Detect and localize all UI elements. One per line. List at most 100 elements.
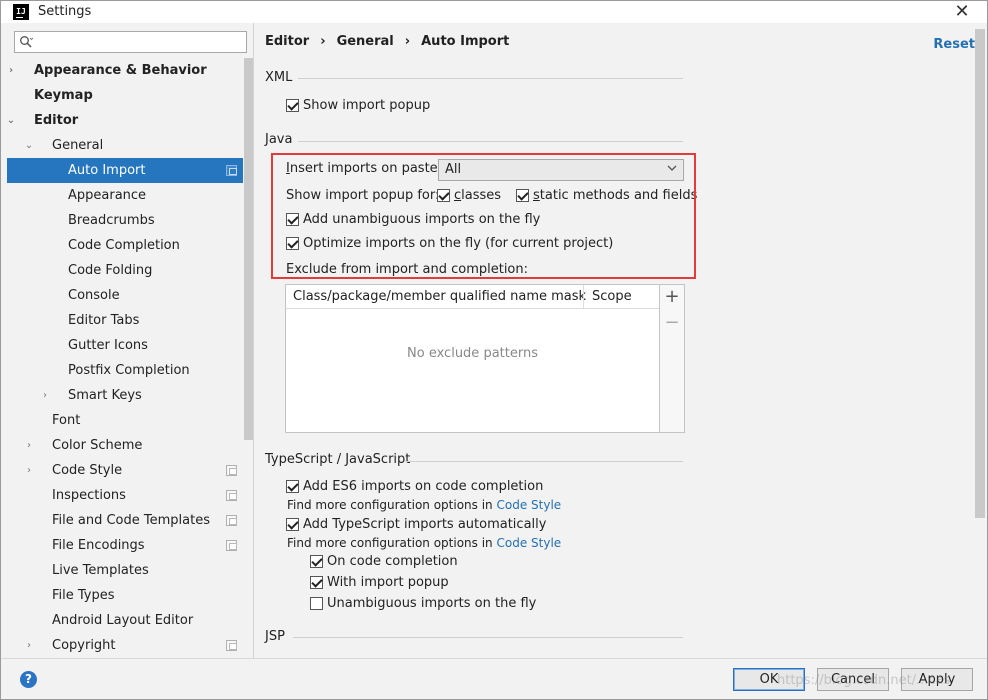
sidebar-item-console[interactable]: Console: [7, 283, 243, 308]
column-header-mask[interactable]: Class/package/member qualified name mask: [293, 289, 586, 304]
sidebar-item-label: File Types: [52, 588, 115, 603]
column-header-scope[interactable]: Scope: [592, 289, 632, 304]
sidebar-item-breadcrumbs[interactable]: Breadcrumbs: [7, 208, 243, 233]
project-settings-icon: [226, 640, 237, 651]
main-scrollbar-thumb[interactable]: [975, 29, 985, 518]
sidebar-item-label: Android Layout Editor: [52, 613, 194, 628]
sidebar-item-label: General: [52, 138, 104, 153]
section-divider: [298, 78, 683, 79]
sidebar-item-label: Postfix Completion: [68, 363, 190, 378]
section-title-xml: XML: [265, 70, 293, 85]
sidebar-item-label: Appearance & Behavior: [34, 63, 207, 78]
checkbox-label: Show import popup: [303, 98, 431, 113]
settings-search-box[interactable]: [14, 31, 247, 53]
sidebar-item-label: Live Templates: [52, 563, 149, 578]
remove-icon[interactable]: −: [660, 311, 684, 335]
sidebar-item-label: Inspections: [52, 488, 126, 503]
chevron-right-icon[interactable]: ›: [23, 433, 35, 458]
checkbox-box[interactable]: [310, 597, 323, 610]
find-more-label: Find more configuration options in: [287, 498, 493, 512]
sidebar-item-keymap[interactable]: Keymap: [7, 83, 243, 108]
breadcrumb-separator: ›: [320, 34, 326, 49]
checkbox-label: Unambiguous imports on the fly: [327, 596, 537, 611]
sidebar-item-file-and-code-templates[interactable]: File and Code Templates: [7, 508, 243, 533]
sidebar-item-label: Smart Keys: [68, 388, 142, 403]
project-settings-icon: [226, 465, 237, 476]
checkbox-label: Add ES6 imports on code completion: [303, 479, 544, 494]
sidebar-item-editor-tabs[interactable]: Editor Tabs: [7, 308, 243, 333]
help-icon[interactable]: ?: [20, 671, 37, 688]
sidebar-item-label: File and Code Templates: [52, 513, 210, 528]
sidebar-item-label: Code Style: [52, 463, 123, 478]
title-bar: IJ Settings ✕: [1, 1, 987, 23]
chevron-down-icon[interactable]: ⌄: [5, 108, 17, 133]
breadcrumb-item-editor: Editor: [265, 34, 310, 49]
sidebar-item-general[interactable]: ⌄ General: [7, 133, 243, 158]
sidebar-item-label: Editor: [34, 113, 79, 128]
sidebar-item-code-completion[interactable]: Code Completion: [7, 233, 243, 258]
checkbox-box[interactable]: [286, 518, 299, 531]
sidebar-scrollbar-thumb[interactable]: [244, 58, 253, 440]
sidebar-item-copyright[interactable]: › Copyright: [7, 633, 243, 658]
chevron-right-icon[interactable]: ›: [23, 633, 35, 658]
breadcrumb: Editor › General › Auto Import: [265, 34, 509, 49]
search-icon: [20, 36, 33, 48]
find-more-label: Find more configuration options in: [287, 536, 493, 550]
sidebar-item-code-style[interactable]: › Code Style: [7, 458, 243, 483]
sidebar-item-postfix-completion[interactable]: Postfix Completion: [7, 358, 243, 383]
chevron-right-icon[interactable]: ›: [23, 458, 35, 483]
apply-button[interactable]: Apply: [901, 668, 973, 691]
settings-window: IJ Settings ✕ › Appearance & Behavior Keym…: [0, 0, 988, 700]
checkbox-box[interactable]: [286, 99, 299, 112]
reset-link[interactable]: Reset: [933, 37, 975, 52]
settings-sidebar: › Appearance & Behavior Keymap ⌄ Editor ⌄ Gene…: [1, 23, 254, 658]
section-divider: [405, 461, 683, 462]
sidebar-item-label: Appearance: [68, 188, 147, 203]
chevron-right-icon[interactable]: ›: [39, 383, 51, 408]
checkbox-box[interactable]: [286, 480, 299, 493]
sidebar-item-appearance[interactable]: Appearance: [7, 183, 243, 208]
breadcrumb-separator: ›: [404, 34, 411, 49]
add-icon[interactable]: +: [660, 285, 684, 309]
sidebar-item-label: Color Scheme: [52, 438, 143, 453]
breadcrumb-item-auto-import: Auto Import: [421, 34, 510, 49]
close-button[interactable]: ✕: [947, 1, 977, 23]
column-divider: [583, 285, 584, 309]
sidebar-item-smart-keys[interactable]: › Smart Keys: [7, 383, 243, 408]
sidebar-item-gutter-icons[interactable]: Gutter Icons: [7, 333, 243, 358]
chevron-down-icon[interactable]: ⌄: [23, 133, 35, 158]
table-empty-text: No exclude patterns: [407, 346, 538, 361]
code-style-link[interactable]: Code Style: [497, 498, 562, 512]
breadcrumb-item-general: General: [336, 34, 394, 49]
sidebar-item-live-templates[interactable]: Live Templates: [7, 558, 243, 583]
project-settings-icon: [226, 490, 237, 501]
section-divider: [293, 637, 683, 638]
sidebar-item-file-encodings[interactable]: File Encodings: [7, 533, 243, 558]
sidebar-item-label: Breadcrumbs: [68, 213, 155, 228]
sidebar-item-inspections[interactable]: Inspections: [7, 483, 243, 508]
chevron-right-icon[interactable]: ›: [5, 58, 17, 83]
table-toolbar: + −: [660, 284, 685, 433]
checkbox-box[interactable]: [310, 555, 323, 568]
sidebar-item-android-layout-editor[interactable]: Android Layout Editor: [7, 608, 243, 633]
cancel-button[interactable]: Cancel: [817, 668, 889, 691]
intellij-app-icon: IJ: [13, 4, 29, 20]
project-settings-icon: [226, 515, 237, 526]
find-more-text-1: Find more configuration options in Code …: [287, 498, 561, 512]
sidebar-item-appearance-behavior[interactable]: › Appearance & Behavior: [7, 58, 243, 83]
checkbox-box[interactable]: [310, 576, 323, 589]
sidebar-item-color-scheme[interactable]: › Color Scheme: [7, 433, 243, 458]
exclude-patterns-table[interactable]: Class/package/member qualified name mask…: [285, 284, 660, 433]
ok-button[interactable]: OK: [733, 668, 805, 691]
settings-search-input[interactable]: [41, 34, 241, 50]
sidebar-item-code-folding[interactable]: Code Folding: [7, 258, 243, 283]
sidebar-item-editor[interactable]: ⌄ Editor: [7, 108, 243, 133]
sidebar-item-file-types[interactable]: File Types: [7, 583, 243, 608]
sidebar-item-font[interactable]: Font: [7, 408, 243, 433]
code-style-link[interactable]: Code Style: [497, 536, 562, 550]
sidebar-item-auto-import[interactable]: Auto Import: [7, 158, 243, 183]
checkbox-label: On code completion: [327, 554, 458, 569]
sidebar-item-label: Console: [68, 288, 120, 303]
checkbox-label: Add TypeScript imports automatically: [303, 517, 547, 532]
table-header: Class/package/member qualified name mask…: [286, 285, 659, 309]
